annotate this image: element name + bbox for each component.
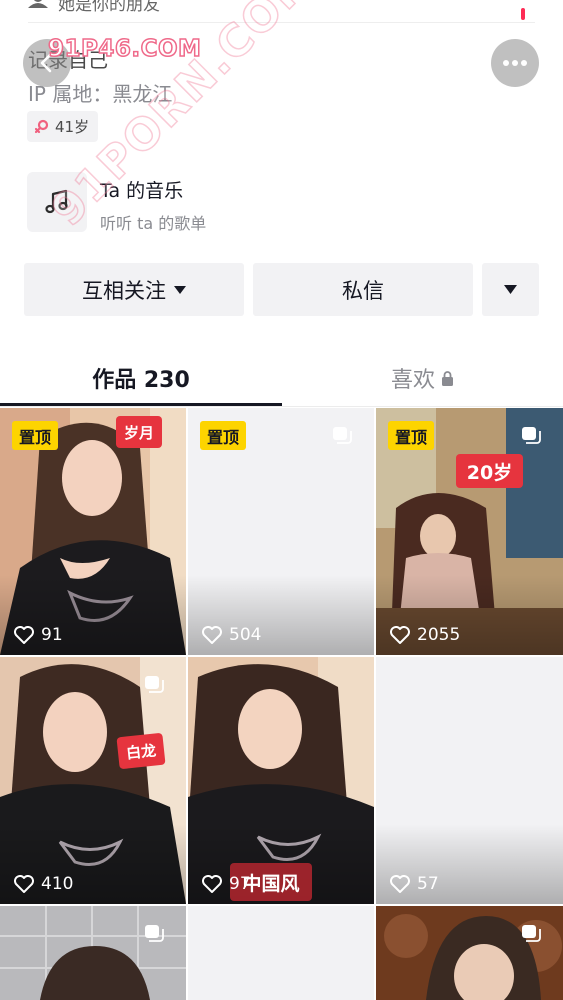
like-count: 410 <box>14 874 73 894</box>
age-badge: 41岁 <box>27 111 99 142</box>
post-thumbnail[interactable] <box>0 906 186 1000</box>
post-sticker: 20岁 <box>456 454 523 488</box>
age-text: 41岁 <box>55 118 90 136</box>
multi-image-icon <box>145 676 164 693</box>
music-subtitle: 听听 ta 的歌单 <box>100 214 207 233</box>
tab-likes[interactable]: 喜欢 <box>282 350 563 406</box>
heart-icon <box>14 875 34 893</box>
post-thumbnail[interactable] <box>376 906 563 1000</box>
post-thumbnail[interactable]: 中国风 97 <box>188 657 374 904</box>
pinned-badge: 置顶 <box>12 421 59 450</box>
more-actions-button[interactable] <box>482 263 539 316</box>
more-button[interactable] <box>491 39 539 87</box>
pinned-badge: 置顶 <box>388 421 435 450</box>
pinned-badge: 置顶 <box>200 421 247 450</box>
mutual-follow-button[interactable]: 互相关注 <box>24 263 244 316</box>
heart-icon <box>202 875 222 893</box>
posts-grid: 置顶 岁月 91 置顶 504 置顶 20岁 2055 白龙 410 中国风 9… <box>0 408 563 1000</box>
like-count: 91 <box>14 625 63 645</box>
post-thumbnail[interactable]: 57 <box>376 657 563 904</box>
message-label: 私信 <box>342 278 384 303</box>
like-count: 2055 <box>390 625 460 645</box>
like-count-text: 57 <box>417 874 439 894</box>
like-count-text: 410 <box>41 874 74 894</box>
message-button[interactable]: 私信 <box>253 263 473 316</box>
like-count-text: 2055 <box>417 625 461 645</box>
female-icon <box>35 119 49 133</box>
tab-divider <box>0 406 563 407</box>
post-thumbnail[interactable] <box>188 906 374 1000</box>
post-sticker: 岁月 <box>116 416 162 448</box>
like-count: 97 <box>202 874 251 894</box>
tab-works-label: 作品 230 <box>92 368 190 393</box>
like-count: 57 <box>390 874 439 894</box>
more-icon <box>503 60 527 66</box>
post-thumbnail[interactable]: 置顶 岁月 91 <box>0 408 186 655</box>
like-count: 504 <box>202 625 261 645</box>
caret-down-icon <box>174 285 186 294</box>
multi-image-icon <box>522 427 541 444</box>
post-thumbnail[interactable]: 置顶 20岁 2055 <box>376 408 563 655</box>
heart-icon <box>390 626 410 644</box>
post-image <box>0 906 186 1000</box>
multi-image-icon <box>145 925 164 942</box>
like-count-text: 97 <box>229 874 251 894</box>
heart-icon <box>14 626 34 644</box>
notification-dot <box>521 8 525 20</box>
follow-label: 互相关注 <box>82 278 166 303</box>
friend-icon <box>28 0 48 8</box>
like-count-text: 91 <box>41 625 63 645</box>
heart-icon <box>390 875 410 893</box>
heart-icon <box>202 626 222 644</box>
tab-works[interactable]: 作品 230 <box>0 350 282 406</box>
post-sticker: 白龙 <box>116 732 166 770</box>
post-image <box>376 906 563 1000</box>
multi-image-icon <box>333 427 352 444</box>
friend-text: 她是你的朋友 <box>58 0 160 15</box>
watermark-logo: 91P46.COM <box>47 35 202 63</box>
multi-image-icon <box>522 925 541 942</box>
lock-icon <box>442 370 453 386</box>
caret-down-icon <box>504 285 517 294</box>
tab-likes-label: 喜欢 <box>390 368 435 393</box>
profile-tabs: 作品 230 喜欢 <box>0 350 563 408</box>
like-count-text: 504 <box>229 625 262 645</box>
post-thumbnail[interactable]: 白龙 410 <box>0 657 186 904</box>
post-thumbnail[interactable]: 置顶 504 <box>188 408 374 655</box>
